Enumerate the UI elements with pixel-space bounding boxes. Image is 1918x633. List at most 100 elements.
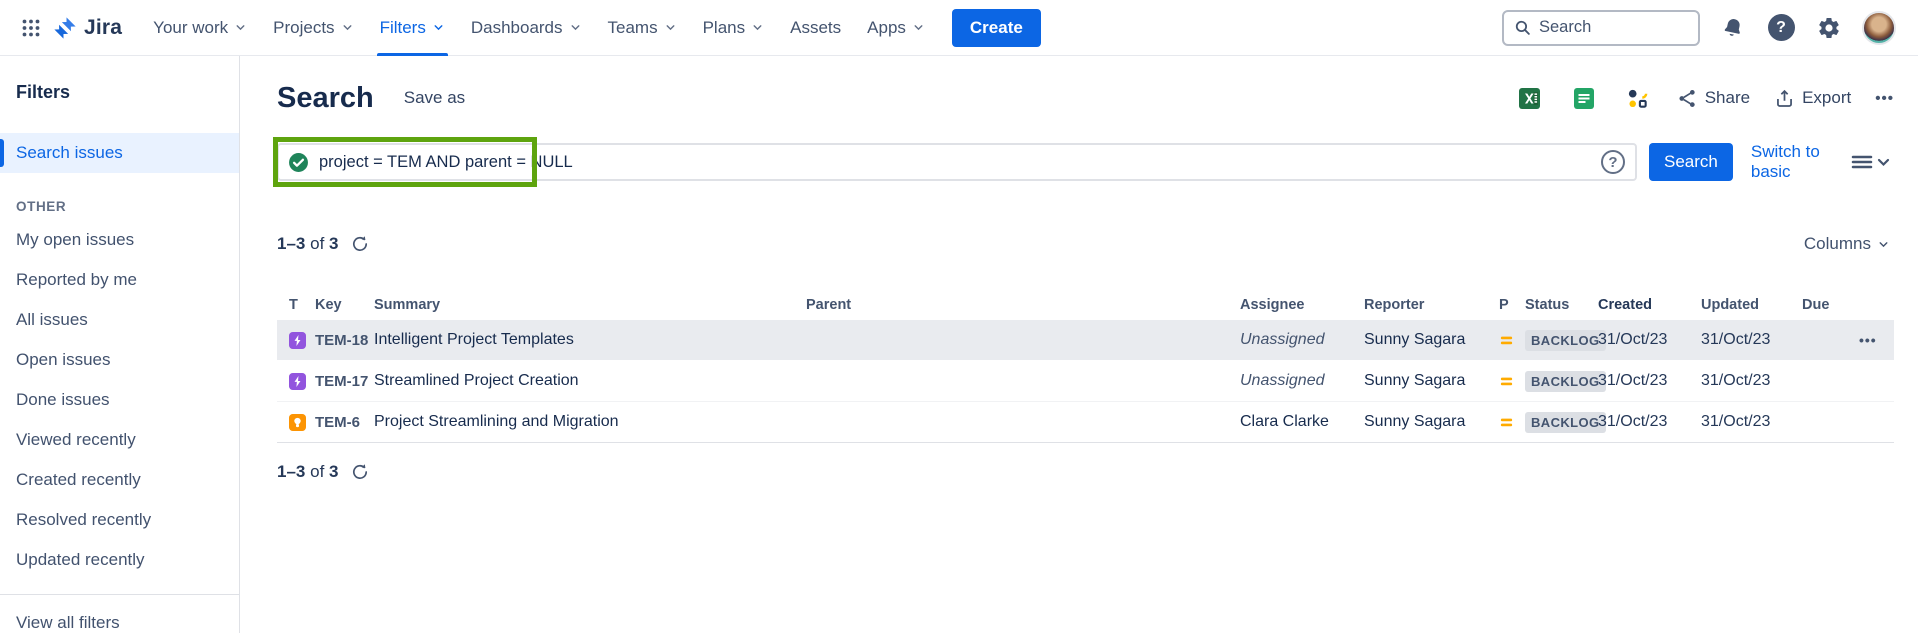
- search-button[interactable]: Search: [1649, 143, 1733, 181]
- results-count-bottom: 1–3 of 3: [277, 462, 339, 482]
- top-navigation-bar: Jira Your work Projects Filters Dashboar…: [0, 0, 1918, 56]
- table-row[interactable]: TEM-18 Intelligent Project Templates Una…: [277, 320, 1894, 361]
- nav-menu-projects[interactable]: Projects: [260, 0, 366, 56]
- epic-type-icon: [289, 373, 315, 390]
- results-range: 1–3: [277, 234, 305, 253]
- status-badge: BACKLOG: [1525, 371, 1606, 392]
- epic-type-icon: [289, 332, 315, 349]
- create-button[interactable]: Create: [952, 9, 1041, 47]
- results-count: 1–3 of 3: [277, 234, 339, 254]
- table-row[interactable]: TEM-17 Streamlined Project Creation Unas…: [277, 361, 1894, 402]
- nav-menu-assets[interactable]: Assets: [777, 0, 854, 56]
- row-actions-icon[interactable]: •••: [1859, 332, 1877, 348]
- issue-summary[interactable]: Intelligent Project Templates: [370, 331, 806, 349]
- results-total: 3: [329, 462, 338, 481]
- issue-reporter: Sunny Sagara: [1364, 372, 1499, 390]
- nav-menu-dashboards[interactable]: Dashboards: [458, 0, 595, 56]
- user-avatar[interactable]: [1862, 11, 1896, 45]
- switch-to-basic-link[interactable]: Switch to basic: [1751, 142, 1836, 182]
- export-excel-icon[interactable]: [1515, 83, 1545, 113]
- notifications-bell-icon[interactable]: [1718, 13, 1748, 43]
- app-marketplace-icon[interactable]: [1623, 83, 1653, 113]
- issue-summary[interactable]: Project Streamlining and Migration: [370, 413, 806, 431]
- nav-menu-teams[interactable]: Teams: [595, 0, 690, 56]
- view-options-toggle[interactable]: [1846, 149, 1894, 175]
- list-view-icon: [1850, 153, 1890, 171]
- issue-assignee: Clara Clarke: [1240, 413, 1364, 431]
- col-header-priority[interactable]: P: [1499, 297, 1525, 313]
- help-icon[interactable]: ?: [1766, 13, 1796, 43]
- nav-label: Teams: [608, 18, 658, 38]
- sidebar-item-open-issues[interactable]: Open issues: [0, 340, 239, 380]
- jql-query-input[interactable]: [277, 143, 1637, 181]
- global-search[interactable]: [1502, 10, 1700, 46]
- filters-sidebar: Filters Search issues OTHER My open issu…: [0, 56, 240, 633]
- issue-created: 31/Oct/23: [1598, 331, 1701, 349]
- app-switcher-icon[interactable]: [14, 11, 48, 45]
- refresh-icon[interactable]: [349, 461, 371, 483]
- col-header-key[interactable]: Key: [315, 297, 370, 313]
- sidebar-item-resolved-recently[interactable]: Resolved recently: [0, 500, 239, 540]
- chevron-down-icon: [432, 21, 445, 34]
- col-header-created[interactable]: Created: [1598, 297, 1701, 313]
- issue-assignee: Unassigned: [1240, 331, 1364, 349]
- col-header-reporter[interactable]: Reporter: [1364, 297, 1499, 313]
- issue-key[interactable]: TEM-18: [315, 332, 370, 349]
- search-page: Search Save as Share Export: [240, 56, 1918, 633]
- sidebar-item-my-open-issues[interactable]: My open issues: [0, 220, 239, 260]
- jira-logo-icon: [52, 15, 78, 41]
- sidebar-item-done-issues[interactable]: Done issues: [0, 380, 239, 420]
- nav-menu-filters[interactable]: Filters: [367, 0, 458, 56]
- issue-key[interactable]: TEM-6: [315, 414, 370, 431]
- share-icon: [1677, 88, 1698, 109]
- status-badge: BACKLOG: [1525, 412, 1606, 433]
- refresh-icon[interactable]: [349, 233, 371, 255]
- nav-label: Filters: [380, 18, 426, 38]
- sidebar-item-created-recently[interactable]: Created recently: [0, 460, 239, 500]
- nav-label: Plans: [703, 18, 746, 38]
- global-search-input[interactable]: [1539, 18, 1679, 37]
- more-actions-icon[interactable]: •••: [1875, 90, 1894, 107]
- sidebar-item-updated-recently[interactable]: Updated recently: [0, 540, 239, 580]
- issue-assignee: Unassigned: [1240, 372, 1364, 390]
- nav-menu-apps[interactable]: Apps: [854, 0, 938, 56]
- nav-label: Assets: [790, 18, 841, 38]
- col-header-parent[interactable]: Parent: [806, 297, 1240, 313]
- chevron-down-icon: [569, 21, 582, 34]
- sidebar-item-search-issues[interactable]: Search issues: [0, 133, 239, 173]
- sidebar-item-view-all-filters[interactable]: View all filters: [0, 603, 239, 633]
- sidebar-item-all-issues[interactable]: All issues: [0, 300, 239, 340]
- issue-updated: 31/Oct/23: [1701, 372, 1802, 390]
- search-icon: [1514, 19, 1531, 36]
- issue-summary[interactable]: Streamlined Project Creation: [370, 372, 806, 390]
- status-badge: BACKLOG: [1525, 330, 1606, 351]
- col-header-assignee[interactable]: Assignee: [1240, 297, 1364, 313]
- save-as-button[interactable]: Save as: [396, 82, 473, 114]
- col-header-type[interactable]: T: [289, 297, 315, 313]
- share-button[interactable]: Share: [1677, 88, 1750, 109]
- issue-key[interactable]: TEM-17: [315, 373, 370, 390]
- nav-menu-your-work[interactable]: Your work: [140, 0, 260, 56]
- export-sheets-icon[interactable]: [1569, 83, 1599, 113]
- main-menu: Your work Projects Filters Dashboards Te…: [140, 0, 938, 56]
- issue-created: 31/Oct/23: [1598, 372, 1701, 390]
- jql-help-icon[interactable]: ?: [1601, 150, 1625, 174]
- sidebar-item-viewed-recently[interactable]: Viewed recently: [0, 420, 239, 460]
- priority-medium-icon: [1499, 415, 1525, 430]
- sidebar-item-reported-by-me[interactable]: Reported by me: [0, 260, 239, 300]
- chevron-down-icon: [341, 21, 354, 34]
- jira-logo[interactable]: Jira: [48, 15, 132, 41]
- col-header-summary[interactable]: Summary: [370, 297, 806, 313]
- col-header-status[interactable]: Status: [1525, 297, 1598, 313]
- settings-gear-icon[interactable]: [1814, 13, 1844, 43]
- jira-logo-word: Jira: [84, 16, 122, 40]
- columns-dropdown[interactable]: Columns: [1800, 228, 1894, 260]
- results-of: of: [310, 234, 324, 253]
- nav-label: Apps: [867, 18, 906, 38]
- export-button[interactable]: Export: [1774, 88, 1851, 109]
- col-header-updated[interactable]: Updated: [1701, 297, 1802, 313]
- nav-label: Your work: [153, 18, 228, 38]
- nav-menu-plans[interactable]: Plans: [690, 0, 778, 56]
- col-header-due[interactable]: Due: [1802, 297, 1859, 313]
- table-row[interactable]: TEM-6 Project Streamlining and Migration…: [277, 402, 1894, 443]
